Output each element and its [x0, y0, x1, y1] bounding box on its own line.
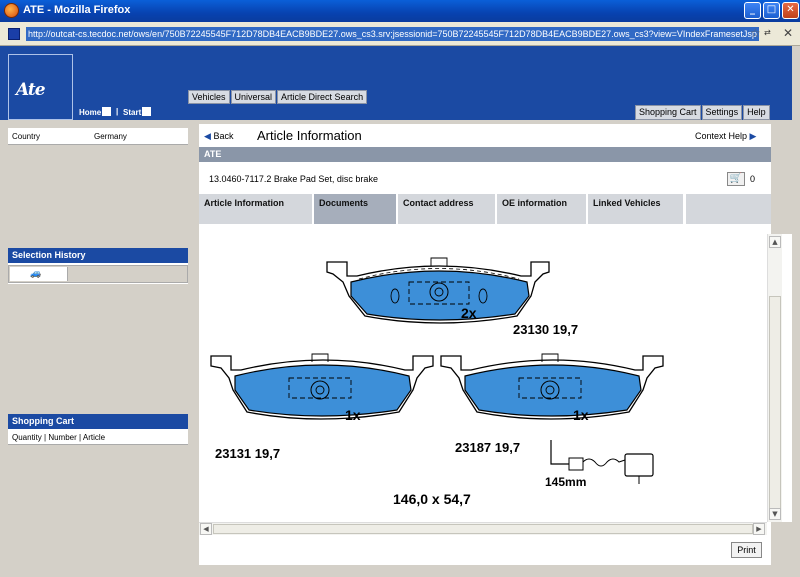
- translate-icon[interactable]: ⇄: [764, 28, 778, 40]
- home-label: Home: [79, 108, 102, 117]
- subtabs-filler: [686, 194, 771, 224]
- car-icon: 🚙: [30, 269, 42, 279]
- tab-help[interactable]: Help: [743, 105, 770, 120]
- context-help-label: Context Help: [695, 131, 748, 141]
- back-label: Back: [213, 131, 234, 141]
- subtab-documents[interactable]: Documents: [314, 194, 398, 224]
- pad-dimensions: 146,0 x 54,7: [393, 491, 471, 507]
- scroll-up-icon[interactable]: ▲: [769, 236, 781, 248]
- pad-top-code: 23130 19,7: [513, 322, 578, 337]
- pad-right-code: 23187 19,7: [455, 440, 520, 455]
- cart-columns: Quantity | Number | Article: [12, 433, 106, 442]
- history-vehicle-cell[interactable]: 🚙: [10, 267, 68, 281]
- wire-length: 145mm: [545, 475, 586, 489]
- brake-pad-drawing: 2x 23130 19,7 1x 23131 19,7 1x 23187 19,…: [210, 257, 664, 507]
- article-row: 13.0460-7117.2 Brake Pad Set, disc brake…: [199, 168, 771, 190]
- subtab-contact-address[interactable]: Contact address: [398, 194, 497, 224]
- shopping-cart-panel: Shopping Cart Quantity | Number | Articl…: [8, 414, 188, 444]
- brand-bar: ATE: [199, 147, 771, 162]
- pad-left: 1x 23131 19,7: [210, 353, 434, 461]
- scroll-right-icon[interactable]: ▶: [753, 523, 765, 535]
- sidebar-divider: [8, 144, 188, 145]
- context-help-arrow-icon: ▶: [749, 131, 757, 141]
- scroll-down-icon[interactable]: ▼: [769, 508, 781, 520]
- article-text: 13.0460-7117.2 Brake Pad Set, disc brake: [209, 174, 378, 184]
- window-titlebar: ATE - Mozilla Firefox _ □ ✕: [0, 0, 800, 22]
- scroll-left-icon[interactable]: ◀: [200, 523, 212, 535]
- start-icon: [142, 107, 152, 116]
- pad-top-qty: 2x: [461, 305, 477, 321]
- subtab-oe-information[interactable]: OE information: [497, 194, 588, 224]
- firefox-icon: [4, 3, 19, 18]
- vertical-scrollbar[interactable]: ▲ ▼: [767, 234, 782, 522]
- tab-shopping-cart[interactable]: Shopping Cart: [635, 105, 701, 120]
- vertical-scroll-thumb[interactable]: [769, 296, 781, 512]
- logo-text: Ate: [16, 80, 46, 100]
- history-row[interactable]: 🚙: [8, 265, 188, 283]
- pad-left-code: 23131 19,7: [215, 446, 280, 461]
- close-button[interactable]: ✕: [782, 2, 799, 19]
- country-label: Country: [12, 132, 41, 141]
- ate-logo: Ate: [8, 54, 73, 120]
- address-input[interactable]: http://outcat-cs.tecdoc.net/ows/en/750B7…: [26, 27, 759, 41]
- window-title: ATE - Mozilla Firefox: [23, 4, 131, 16]
- cart-divider: [8, 444, 188, 445]
- header-separator: |: [116, 107, 119, 116]
- pad-right-friction: [464, 364, 642, 417]
- page-title: Article Information: [257, 128, 362, 143]
- document-viewer: 2x 23130 19,7 1x 23131 19,7 1x 23187 19,…: [199, 234, 767, 522]
- pad-right: 1x 23187 19,7 145mm: [440, 353, 664, 489]
- viewer-gap: [782, 234, 792, 522]
- minimize-button[interactable]: _: [744, 2, 761, 19]
- tab-universal[interactable]: Universal: [230, 90, 277, 104]
- pad-left-friction: [234, 364, 412, 417]
- maximize-button[interactable]: □: [763, 2, 780, 19]
- right-tabs: Shopping Cart Settings Help: [635, 105, 771, 120]
- subtab-article-information[interactable]: Article Information: [199, 194, 314, 224]
- add-to-cart-icon[interactable]: 🛒: [727, 172, 745, 186]
- tab-settings[interactable]: Settings: [701, 105, 743, 120]
- status-strip: [0, 565, 792, 577]
- top-tabs: Vehicles Universal Article Direct Search: [188, 90, 368, 104]
- pad-top: 2x 23130 19,7: [326, 257, 578, 337]
- context-help-link[interactable]: Context Help ▶: [695, 131, 756, 142]
- tab-article-direct-search[interactable]: Article Direct Search: [277, 90, 368, 104]
- site-favicon-icon: [8, 28, 20, 40]
- bookmark-star-icon[interactable]: ☆: [750, 26, 761, 40]
- country-row[interactable]: Country Germany: [8, 128, 188, 144]
- tab-vehicles[interactable]: Vehicles: [188, 90, 230, 104]
- selection-history-panel: Selection History 🚙: [8, 248, 188, 284]
- pad-right-qty: 1x: [573, 407, 589, 423]
- horizontal-scroll-thumb[interactable]: [213, 524, 753, 534]
- back-link[interactable]: ◀ Back: [204, 131, 233, 142]
- pad-left-qty: 1x: [345, 407, 361, 423]
- article-subtabs: Article Information Documents Contact ad…: [199, 194, 685, 224]
- subtab-linked-vehicles[interactable]: Linked Vehicles: [588, 194, 685, 224]
- country-value: Germany: [94, 132, 127, 141]
- start-label: Start: [123, 108, 142, 117]
- home-icon: [102, 107, 112, 116]
- url-bar: http://outcat-cs.tecdoc.net/ows/en/750B7…: [0, 22, 800, 46]
- start-link[interactable]: Start: [123, 107, 152, 117]
- home-link[interactable]: Home: [79, 107, 112, 117]
- print-button[interactable]: Print: [731, 542, 762, 558]
- horizontal-scrollbar[interactable]: ◀ ▶: [199, 522, 767, 535]
- shopping-cart-title: Shopping Cart: [8, 414, 188, 429]
- cart-count: 0: [750, 174, 756, 184]
- toolbar-close-icon[interactable]: ✕: [783, 26, 793, 40]
- back-arrow-icon: ◀: [204, 131, 211, 141]
- selection-history-title: Selection History: [8, 248, 188, 263]
